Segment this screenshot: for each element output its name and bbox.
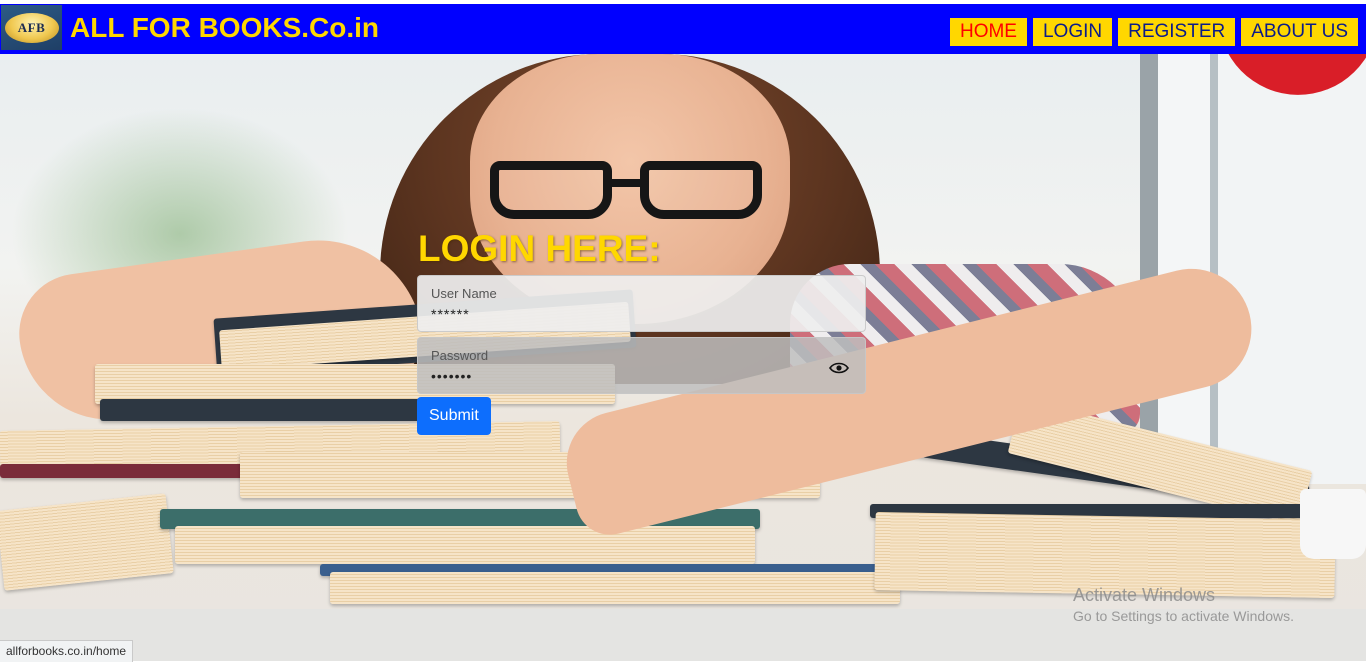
nav-login-link[interactable]: LOGIN [1032,18,1113,46]
password-field[interactable]: Password ••••••• [417,337,866,394]
logo-badge: AFB [4,12,59,43]
nav-about-us-link[interactable]: ABOUT US [1241,18,1358,46]
eye-icon[interactable] [829,362,849,374]
password-label: Password [431,348,489,363]
background-mug [1300,489,1366,559]
username-value: ****** [431,306,470,322]
watermark-subtitle: Go to Settings to activate Windows. [1073,608,1294,624]
nav-register-link[interactable]: REGISTER [1118,18,1236,46]
nav-links: HOME LOGIN REGISTER ABOUT US [949,18,1358,46]
brand-title: ALL FOR BOOKS.Co.in [70,12,380,43]
password-value: ••••••• [431,368,473,384]
watermark-title: Activate Windows [1073,585,1216,605]
username-label: User Name [431,286,497,301]
top-navbar: AFB ALL FOR BOOKS.Co.in HOME LOGIN REGIS… [0,4,1366,54]
site-logo[interactable]: AFB [1,5,62,50]
username-field[interactable]: User Name ****** [417,275,866,332]
nav-home-link[interactable]: HOME [949,18,1027,46]
login-heading: LOGIN HERE: [418,228,661,269]
status-bar-url: allforbooks.co.in/home [0,640,134,662]
submit-button[interactable]: Submit [417,397,491,435]
windows-activation-watermark: Activate Windows Go to Settings to activ… [1073,584,1294,626]
